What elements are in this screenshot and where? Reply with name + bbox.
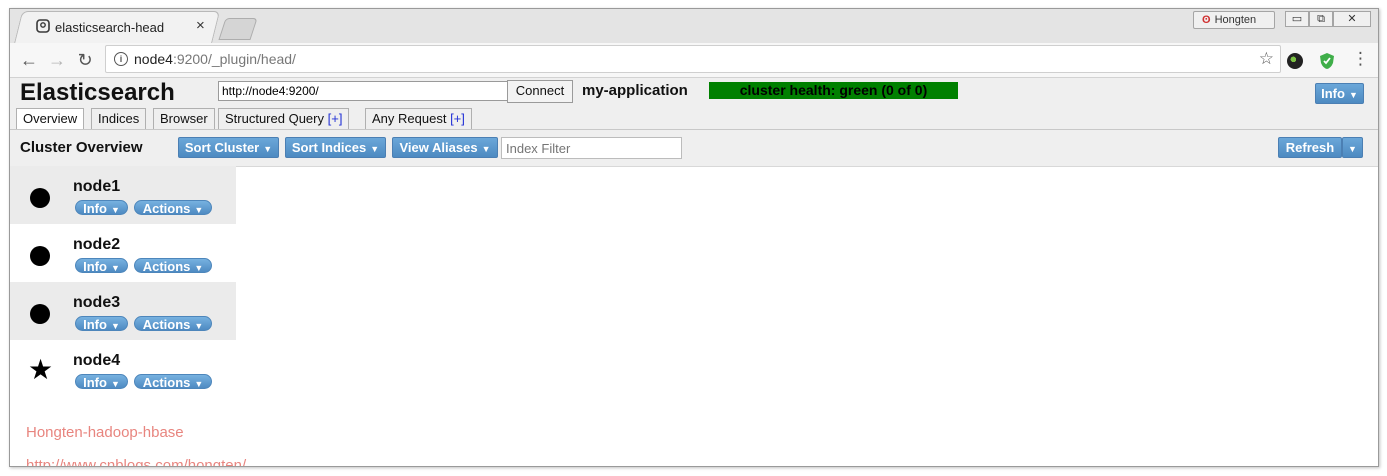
node-row: ★ node4 Info ▼ Actions ▼ bbox=[10, 340, 236, 398]
sort-indices-button[interactable]: Sort Indices ▼ bbox=[285, 137, 386, 158]
refresh-options-button[interactable]: ▼ bbox=[1342, 137, 1363, 158]
chevron-down-icon: ▼ bbox=[110, 205, 120, 215]
node-actions-label: Actions bbox=[142, 317, 191, 332]
node-name: node3 bbox=[73, 294, 121, 311]
node-row: node2 Info ▼ Actions ▼ bbox=[10, 224, 236, 282]
connect-button[interactable]: Connect bbox=[507, 80, 573, 103]
chevron-down-icon: ▼ bbox=[1348, 144, 1357, 154]
tab-overview[interactable]: Overview bbox=[16, 108, 85, 131]
node-actions-label: Actions bbox=[142, 201, 191, 216]
refresh-button[interactable]: Refresh bbox=[1278, 137, 1342, 158]
bookmark-star-icon[interactable]: ☆ bbox=[1259, 49, 1274, 69]
node-actions-button[interactable]: Actions ▼ bbox=[134, 258, 212, 274]
extension-icon[interactable] bbox=[1287, 53, 1303, 69]
tab-structured-query[interactable]: Structured Query [+] bbox=[218, 108, 350, 130]
chevron-down-icon: ▼ bbox=[481, 144, 491, 154]
overview-title: Cluster Overview bbox=[20, 139, 143, 156]
address-bar[interactable]: i node4:9200/_plugin/head/ ☆ bbox=[105, 45, 1281, 73]
node-info-label: Info bbox=[83, 259, 107, 274]
close-window-button[interactable]: ✕ bbox=[1333, 11, 1371, 27]
tab-indices[interactable]: Indices bbox=[91, 108, 147, 130]
watermark-title: Hongten-hadoop-hbase bbox=[26, 424, 184, 441]
url-text: node4:9200/_plugin/head/ bbox=[134, 51, 296, 67]
app-header: Elasticsearch Connect my-application clu… bbox=[10, 78, 1378, 134]
chevron-down-icon: ▼ bbox=[194, 205, 204, 215]
tab-any-request-label: Any Request bbox=[372, 111, 447, 126]
elasticsearch-favicon-icon bbox=[36, 19, 50, 33]
chevron-down-icon: ▼ bbox=[194, 263, 204, 273]
chevron-down-icon: ▼ bbox=[1348, 90, 1358, 100]
reload-icon[interactable]: ↻ bbox=[75, 50, 95, 70]
node-info-label: Info bbox=[83, 317, 107, 332]
chevron-down-icon: ▼ bbox=[110, 263, 120, 273]
watermark-url: http://www.cnblogs.com/hongten/ bbox=[26, 457, 247, 467]
overview-toolbar: Cluster Overview Sort Cluster ▼ Sort Indi… bbox=[10, 129, 1378, 167]
node-actions-button[interactable]: Actions ▼ bbox=[134, 374, 212, 390]
tab-any-request[interactable]: Any Request [+] bbox=[365, 108, 472, 130]
minimize-button[interactable]: ▭ bbox=[1285, 11, 1309, 27]
tab-title: elasticsearch-head bbox=[55, 20, 165, 35]
sort-indices-label: Sort Indices bbox=[291, 140, 367, 155]
master-star-icon: ★ bbox=[28, 354, 54, 385]
refresh-control: Refresh ▼ bbox=[1278, 137, 1364, 158]
chevron-down-icon: ▼ bbox=[263, 144, 273, 154]
user-name: Hongten bbox=[1214, 14, 1257, 26]
view-aliases-label: View Aliases bbox=[399, 140, 478, 155]
node-name: node4 bbox=[73, 352, 121, 369]
node-info-label: Info bbox=[83, 201, 107, 216]
browser-window: elasticsearch-head × ʘ Hongten ▭ ⧉ ✕ ← → … bbox=[9, 8, 1379, 467]
chevron-down-icon: ▼ bbox=[110, 321, 120, 331]
node-actions-button[interactable]: Actions ▼ bbox=[134, 316, 212, 332]
node-actions-button[interactable]: Actions ▼ bbox=[134, 200, 212, 216]
chevron-down-icon: ▼ bbox=[370, 144, 380, 154]
cluster-name: my-application bbox=[582, 82, 688, 99]
site-info-icon[interactable]: i bbox=[114, 52, 128, 66]
restore-button[interactable]: ⧉ bbox=[1309, 11, 1333, 27]
tab-browser[interactable]: Browser bbox=[153, 108, 215, 130]
app-title: Elasticsearch bbox=[20, 79, 175, 106]
url-host: node4 bbox=[134, 51, 173, 67]
back-icon[interactable]: ← bbox=[19, 50, 39, 70]
page-content: Elasticsearch Connect my-application clu… bbox=[10, 78, 1378, 466]
index-filter-input[interactable] bbox=[501, 137, 682, 159]
new-tab-button[interactable] bbox=[218, 18, 258, 40]
forward-icon[interactable]: → bbox=[47, 50, 67, 70]
chevron-down-icon: ▼ bbox=[194, 379, 204, 389]
chevron-down-icon: ▼ bbox=[110, 379, 120, 389]
node-info-button[interactable]: Info ▼ bbox=[75, 258, 128, 274]
node-row: node1 Info ▼ Actions ▼ bbox=[10, 166, 236, 224]
url-path: :9200/_plugin/head/ bbox=[172, 51, 296, 67]
node-info-button[interactable]: Info ▼ bbox=[75, 316, 128, 332]
node-list: node1 Info ▼ Actions ▼ node2 Info ▼ Actions… bbox=[10, 166, 236, 398]
browser-toolbar: ← → ↻ i node4:9200/_plugin/head/ ☆ ⋮ bbox=[10, 43, 1378, 78]
node-row: node3 Info ▼ Actions ▼ bbox=[10, 282, 236, 340]
sort-cluster-label: Sort Cluster bbox=[184, 140, 260, 155]
node-actions-label: Actions bbox=[142, 259, 191, 274]
node-circle-icon bbox=[30, 246, 50, 266]
node-name: node2 bbox=[73, 236, 121, 253]
node-info-label: Info bbox=[83, 375, 107, 390]
shield-icon[interactable] bbox=[1319, 52, 1335, 70]
tab-structured-query-label: Structured Query bbox=[225, 111, 324, 126]
close-tab-icon[interactable]: × bbox=[196, 17, 205, 34]
node-circle-icon bbox=[30, 304, 50, 324]
connection-url-input[interactable] bbox=[218, 81, 510, 101]
node-name: node1 bbox=[73, 178, 121, 195]
cluster-health-badge: cluster health: green (0 of 0) bbox=[709, 82, 958, 99]
user-icon: ʘ bbox=[1202, 14, 1211, 26]
node-info-button[interactable]: Info ▼ bbox=[75, 200, 128, 216]
info-label: Info bbox=[1321, 86, 1345, 101]
node-circle-icon bbox=[30, 188, 50, 208]
info-menu-button[interactable]: Info ▼ bbox=[1315, 83, 1364, 104]
tab-structured-query-plus: [+] bbox=[327, 111, 343, 126]
sort-cluster-button[interactable]: Sort Cluster ▼ bbox=[178, 137, 279, 158]
tab-any-request-plus: [+] bbox=[450, 111, 465, 126]
node-actions-label: Actions bbox=[142, 375, 191, 390]
tab-strip: elasticsearch-head × ʘ Hongten ▭ ⧉ ✕ bbox=[10, 9, 1378, 44]
chevron-down-icon: ▼ bbox=[194, 321, 204, 331]
browser-menu-icon[interactable]: ⋮ bbox=[1352, 49, 1369, 69]
view-aliases-button[interactable]: View Aliases ▼ bbox=[392, 137, 498, 158]
user-profile-button[interactable]: ʘ Hongten bbox=[1193, 11, 1275, 29]
node-info-button[interactable]: Info ▼ bbox=[75, 374, 128, 390]
